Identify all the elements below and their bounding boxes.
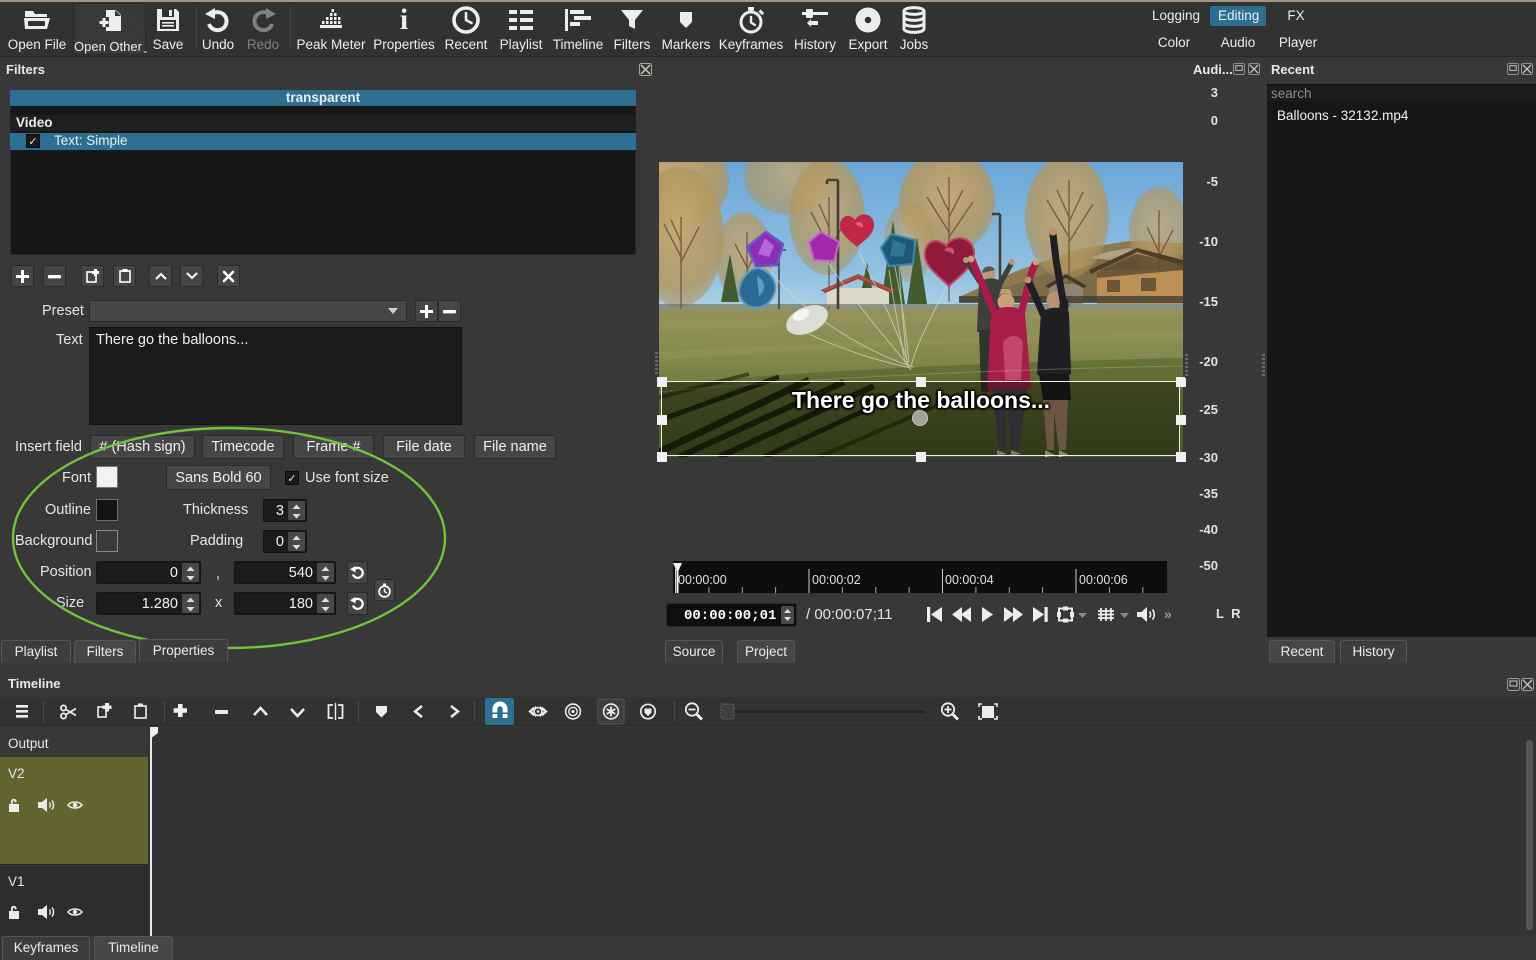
svg-text:»: » <box>1164 606 1172 622</box>
svg-text:00:00:00: 00:00:00 <box>678 573 727 587</box>
svg-text:00:00:04: 00:00:04 <box>945 573 994 587</box>
svg-text:00:00:02: 00:00:02 <box>812 573 861 587</box>
svg-text:00:00:06: 00:00:06 <box>1079 573 1128 587</box>
